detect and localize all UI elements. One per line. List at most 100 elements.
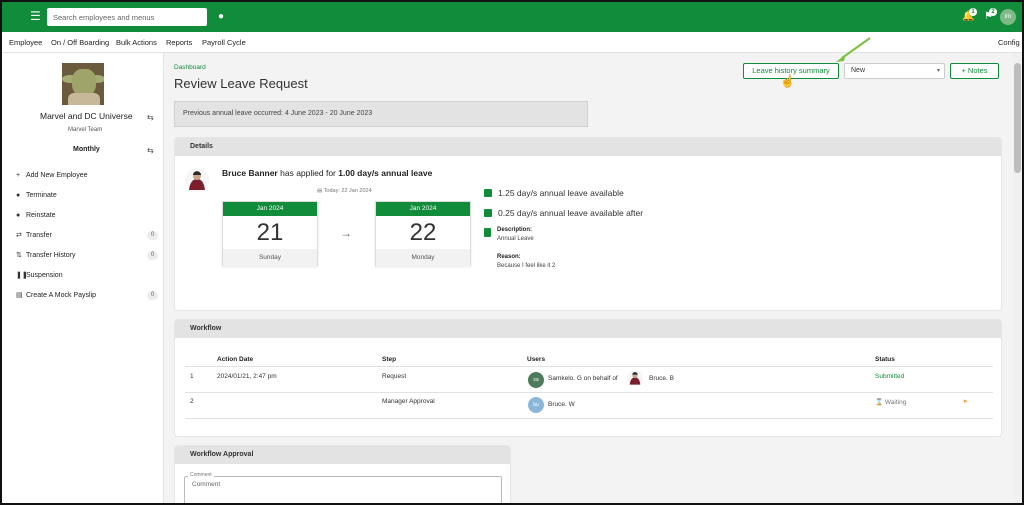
- user-avatar: bu: [528, 397, 544, 413]
- table-divider: [185, 418, 993, 419]
- pointer-cursor-icon: ☝: [780, 74, 795, 88]
- employee-name: Bruce Banner: [222, 168, 278, 178]
- comment-placeholder: Comment: [192, 481, 221, 488]
- reason-value: Because I feel like it 2: [497, 263, 556, 269]
- workflow-approval-card: Workflow Approval Comment Comment: [174, 445, 511, 503]
- company-avatar: [62, 63, 104, 105]
- terminate-icon: ●: [16, 192, 21, 199]
- chevron-down-icon: ▾: [936, 68, 940, 74]
- row-user: Bruce. W: [548, 401, 575, 408]
- hamburger-menu-icon[interactable]: ☰: [30, 10, 41, 22]
- arrow-right-icon: →: [340, 226, 352, 240]
- end-date-card: Jan 2024 22 Monday: [375, 201, 471, 267]
- start-date-day: 21: [256, 219, 284, 246]
- company-name: Marvel and DC Universe: [40, 111, 133, 121]
- leave-available-after: 0.25 day/s annual leave available after: [484, 208, 643, 218]
- row-user: Samkelo. G on behalf of: [548, 375, 618, 382]
- description-value: Annual Leave: [497, 236, 534, 242]
- sidebar-item-terminate[interactable]: ● Terminate: [16, 192, 57, 199]
- transfer-history-icon: ⇅: [16, 252, 22, 259]
- sidebar-item-transfer[interactable]: ⇄ Transfer: [16, 231, 52, 239]
- row-number: 2: [190, 398, 194, 405]
- page-title: Review Leave Request: [174, 76, 308, 91]
- reminder-icon[interactable]: ▸: [964, 397, 968, 405]
- leave-amount: 1.00 day/s annual leave: [338, 168, 433, 178]
- suspension-icon: ❚❚: [16, 272, 28, 279]
- table-divider: [185, 366, 993, 367]
- menu-reports[interactable]: Reports: [166, 38, 192, 47]
- calendar-check-icon: [484, 209, 492, 217]
- document-icon: [484, 228, 491, 237]
- sidebar-item-mock-payslip[interactable]: ▤ Create A Mock Payslip: [16, 291, 96, 299]
- behalf-avatar: [627, 370, 643, 386]
- menu-config[interactable]: Config: [998, 38, 1020, 47]
- pay-frequency: Monthly: [73, 146, 100, 153]
- sidebar-item-add-new-employee[interactable]: + Add New Employee: [16, 172, 87, 179]
- sidebar: Marvel and DC Universe ⇆ Marvel Team Mon…: [2, 53, 164, 503]
- status-badge: Submitted: [875, 373, 905, 380]
- reason-label: Reason:: [497, 254, 521, 260]
- column-users: Users: [527, 356, 546, 363]
- status-badge: ⌛ Waiting: [875, 399, 907, 406]
- comment-field[interactable]: [184, 476, 502, 503]
- top-bar: ☰ Search employees and menus ● 🔔 1 ⚑ 2 i…: [2, 2, 1022, 32]
- row-step: Request: [382, 373, 407, 380]
- switch-frequency-icon[interactable]: ⇆: [147, 146, 154, 155]
- transfer-count-badge: 0: [147, 231, 158, 240]
- flag-badge: 2: [989, 8, 997, 16]
- description-label: Description:: [497, 227, 533, 233]
- column-action-date: Action Date: [217, 356, 254, 363]
- end-date-month: Jan 2024: [376, 202, 470, 216]
- sidebar-item-suspension[interactable]: ❚❚Suspension: [16, 271, 63, 279]
- end-date-day: 22: [409, 219, 437, 246]
- row-number: 1: [190, 373, 194, 380]
- menu-onboarding[interactable]: On / Off Boarding: [51, 38, 109, 47]
- previous-leave-notice: Previous annual leave occurred: 4 June 2…: [174, 101, 588, 127]
- start-date-weekday: Sunday: [223, 249, 317, 267]
- notification-badge: 1: [969, 8, 977, 16]
- start-date-card: Jan 2024 21 Sunday: [222, 201, 318, 267]
- user-avatar[interactable]: im: [1000, 9, 1016, 25]
- team-name: Marvel Team: [68, 127, 103, 133]
- calendar-icon: [484, 189, 492, 197]
- transfer-icon: ⇄: [16, 232, 22, 239]
- row-behalf-user: Bruce. B: [649, 375, 674, 382]
- user-avatar: sa: [528, 372, 544, 388]
- menu-employee[interactable]: Employee: [9, 38, 42, 47]
- switch-company-icon[interactable]: ⇆: [147, 113, 154, 122]
- status-select[interactable]: New ▾: [844, 63, 945, 79]
- app-window: ☰ Search employees and menus ● 🔔 1 ⚑ 2 i…: [0, 0, 1024, 505]
- annotation-arrow: [836, 37, 871, 62]
- scrollbar-thumb[interactable]: [1014, 63, 1021, 173]
- sidebar-item-reinstate[interactable]: ● Reinstate: [16, 212, 56, 219]
- breadcrumb[interactable]: Dashboard: [174, 64, 206, 71]
- leave-application-summary: Bruce Banner has applied for 1.00 day/s …: [222, 168, 433, 178]
- menu-payroll-cycle[interactable]: Payroll Cycle: [202, 38, 246, 47]
- sidebar-item-transfer-history[interactable]: ⇅ Transfer History: [16, 251, 76, 259]
- payslip-icon: ▤: [16, 292, 23, 299]
- end-date-weekday: Monday: [376, 249, 470, 267]
- applicant-avatar: [185, 168, 209, 192]
- person-icon[interactable]: ●: [212, 8, 230, 26]
- table-divider: [185, 392, 993, 393]
- search-input[interactable]: Search employees and menus: [47, 8, 207, 26]
- leave-available: 1.25 day/s annual leave available: [484, 188, 624, 198]
- today-date: ▤ Today: 22 Jan 2024: [317, 188, 372, 194]
- row-action-date: 2024/01/21, 2:47 pm: [217, 373, 277, 380]
- row-step: Manager Approval: [382, 398, 435, 405]
- column-status: Status: [875, 356, 895, 363]
- workflow-card: Workflow Action Date Step Users Status 1…: [174, 319, 1002, 437]
- page-scrollbar[interactable]: [1013, 53, 1022, 503]
- start-date-month: Jan 2024: [223, 202, 317, 216]
- mock-payslip-count-badge: 0: [147, 291, 158, 300]
- details-card: Details Bruce Banner has applied for 1.0…: [174, 137, 1002, 311]
- add-notes-button[interactable]: + Notes: [950, 63, 999, 79]
- transfer-history-count-badge: 0: [147, 251, 158, 260]
- details-heading: Details: [175, 138, 1001, 156]
- comment-label: Comment: [188, 472, 214, 478]
- reinstate-icon: ●: [16, 212, 21, 219]
- add-person-icon: +: [16, 172, 21, 179]
- workflow-heading: Workflow: [175, 320, 1001, 338]
- menu-bulk-actions[interactable]: Bulk Actions: [116, 38, 157, 47]
- column-step: Step: [382, 356, 397, 363]
